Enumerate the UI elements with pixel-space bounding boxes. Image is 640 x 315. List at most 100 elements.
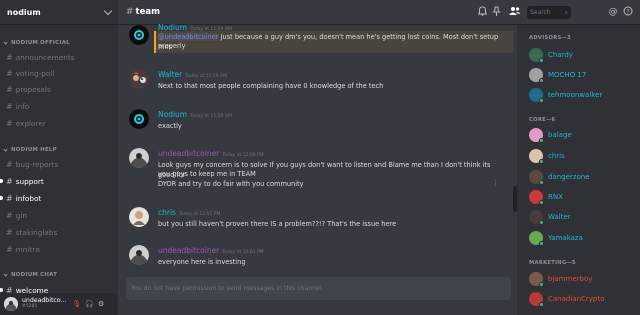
online-status-icon [539,200,544,205]
message-author[interactable]: Walter [158,70,182,79]
channel-bug-reports[interactable]: # bug-reports [6,157,114,171]
online-status-icon [539,159,544,164]
avatar[interactable] [129,245,149,265]
member-item[interactable]: chris [529,147,565,165]
hash-icon: # [6,52,13,62]
message-timestamp: Today at 11:59 AM [190,114,232,119]
role-header: ADVISORS—3 [529,35,571,41]
message-timestamp: Today at 11:59 AM [190,27,232,32]
channel-mnitra[interactable]: # mnitra [6,242,114,256]
online-status-icon [539,241,544,246]
more-options-icon[interactable]: ⋮ [492,179,499,187]
avatar[interactable] [129,109,149,129]
headphones-icon[interactable]: 🎧 [85,300,94,308]
message-author[interactable]: undeadbitcoiner [158,149,219,158]
channel-support[interactable]: # support [0,174,114,188]
channel-sidebar: nodium NODIUM OFFICIAL # announcements # v… [0,0,118,315]
avatar [529,210,544,225]
channel-stakinglabs[interactable]: # stakinglabs [6,225,114,239]
category-nodium-help[interactable]: NODIUM HELP [0,145,118,155]
online-status-icon [539,180,544,185]
mention-icon[interactable]: @ [608,6,618,18]
message-content: DYOR and try to do fair with you communi… [158,180,304,188]
search-input[interactable]: Search ⌕ [527,6,571,19]
avatar[interactable] [129,148,149,168]
online-status-icon [539,302,544,307]
online-status-icon [539,58,544,63]
hash-icon: # [6,101,13,111]
avatar [529,68,544,83]
message-author[interactable]: chris [158,208,176,217]
mute-microphone-icon[interactable]: 🎙 [72,300,81,308]
online-status-icon [539,98,544,103]
member-item[interactable]: Walter [529,208,571,226]
hash-icon: # [6,285,13,294]
avatar[interactable] [4,297,18,311]
member-item[interactable]: Chardy [529,46,573,64]
message-author[interactable]: Nodium [158,23,187,32]
avatar [529,48,544,63]
avatar [529,88,544,103]
message-content: exactly [158,122,182,130]
chevron-down-icon[interactable] [103,6,113,15]
svg-text:?: ? [626,8,629,15]
channel-info[interactable]: # info [6,99,114,113]
role-header: MARKETING—5 [529,260,576,266]
channel-title: # team [126,7,160,17]
member-item[interactable]: bjammerboy [529,270,592,288]
member-item[interactable]: dangerzone [529,168,590,186]
message-timestamp: Today at 11:59 AM [185,74,228,79]
channel-header: # team Search ⌕ @ ? [118,0,640,25]
message-content: you guys to keep me in TEAM [158,170,256,178]
channel-infobot[interactable]: # infobot [0,191,114,205]
category-nodium-chat[interactable]: NODIUM CHAT [0,270,118,280]
user-info: undeadbitco... #5285 [22,297,66,310]
message-list: Nodium Today at 11:59 AM @undeadbitcoiner… [118,23,517,315]
message-input[interactable]: You do not have permission to send messa… [126,277,511,300]
channel-welcome[interactable]: # welcome [0,283,114,294]
server-header[interactable]: nodium [0,0,118,25]
message-timestamp: Today at 12:00 PM [222,153,264,158]
avatar[interactable] [129,69,149,89]
pin-icon[interactable] [491,6,501,18]
message-author[interactable]: undeadbitcoiner [158,246,219,255]
message-content: properly [158,42,186,50]
avatar[interactable] [129,25,149,45]
channel-explorer[interactable]: # explorer [6,116,114,130]
online-status-icon [539,220,544,225]
category-nodium-official[interactable]: NODIUM OFFICIAL [0,38,118,48]
online-status-icon [539,78,544,83]
hash-icon: # [6,193,13,203]
avatar [529,231,544,246]
gear-icon[interactable]: ⚙ [98,300,104,308]
message-content: Next to that most people complaining hav… [158,82,384,90]
user-mention[interactable]: @undeadbitcoiner [158,33,219,41]
help-icon[interactable]: ? [623,6,633,18]
member-item[interactable]: MOCHO 17 [529,66,586,84]
hash-icon: # [6,84,13,94]
message-author[interactable]: Nodium [158,110,187,119]
avatar [529,170,544,185]
channel-voting-poll[interactable]: # voting-poll [6,66,114,80]
user-discriminator: #5285 [22,304,38,310]
member-item[interactable]: Yamakaza [529,229,583,247]
member-item[interactable]: RNX [529,188,563,206]
hash-icon: # [6,159,13,169]
member-item[interactable]: tehmoonwalker [529,86,602,104]
server-name: nodium [7,7,41,17]
member-list-icon[interactable] [507,6,521,18]
member-item[interactable]: CanadianCrypto [529,290,604,308]
online-status-icon [539,282,544,287]
avatar[interactable] [129,207,149,227]
avatar [529,149,544,164]
channel-announcements[interactable]: # announcements [6,50,114,64]
member-item[interactable]: balage [529,126,572,144]
message-content: everyone here is investing [158,258,246,266]
channel-gin[interactable]: # gin [6,208,114,222]
message-content: but you still haven't proven there IS a … [158,220,397,228]
bell-icon[interactable] [476,6,488,18]
channel-proposals[interactable]: # proposals [6,82,114,96]
category-arrow-icon [3,146,8,152]
hash-icon: # [6,118,13,128]
avatar [529,128,544,143]
